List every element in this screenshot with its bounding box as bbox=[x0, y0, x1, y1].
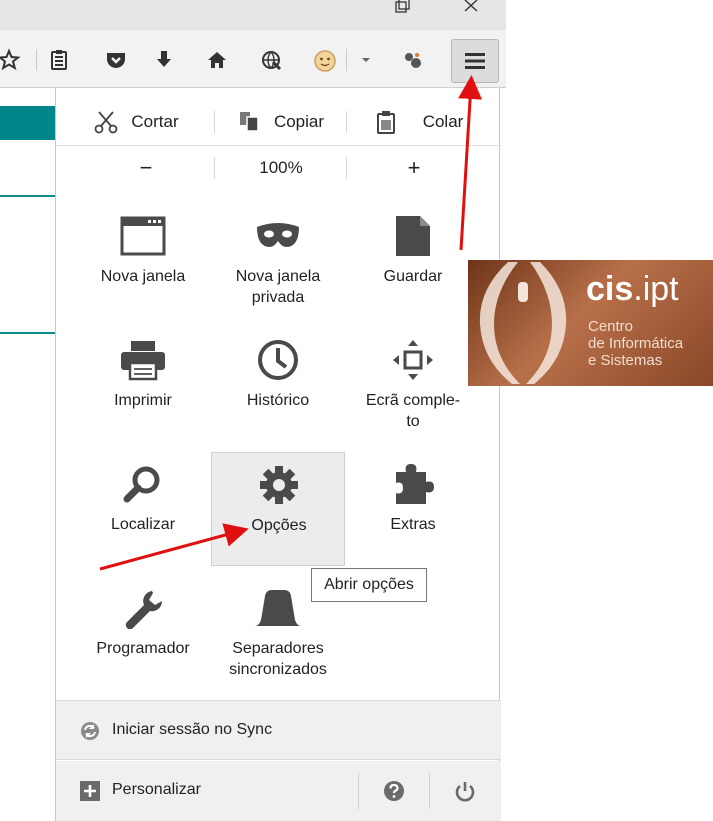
home-button[interactable] bbox=[200, 43, 234, 77]
navigation-toolbar bbox=[0, 30, 506, 88]
quit-button[interactable] bbox=[430, 761, 500, 821]
copy-icon bbox=[239, 112, 259, 132]
gear-icon bbox=[260, 466, 298, 504]
puzzle-icon bbox=[396, 464, 434, 504]
zoom-in-button[interactable]: + bbox=[349, 146, 479, 190]
printer-icon bbox=[121, 341, 165, 381]
sync-icon bbox=[81, 722, 99, 740]
paste-button[interactable]: Colar bbox=[349, 100, 489, 144]
logo-line-1: Centro bbox=[588, 318, 634, 335]
bookmark-star-button[interactable] bbox=[0, 43, 26, 77]
scissors-icon bbox=[94, 111, 118, 134]
save-page-label: Guardar bbox=[383, 268, 443, 285]
profile-dropdown-button[interactable] bbox=[349, 43, 383, 77]
extension-icon bbox=[405, 53, 421, 68]
page-divider bbox=[0, 195, 60, 197]
plus-square-icon bbox=[80, 781, 100, 801]
print-button[interactable]: Imprimir bbox=[76, 328, 210, 442]
logo-line-3: e Sistemas bbox=[588, 352, 663, 369]
search-icon bbox=[123, 466, 160, 503]
find-label: Localizar bbox=[110, 516, 176, 533]
home-icon bbox=[208, 52, 226, 68]
wrench-icon bbox=[125, 591, 163, 629]
new-window-label: Nova janela bbox=[100, 268, 186, 285]
title-bar bbox=[0, 0, 506, 30]
fullscreen-icon bbox=[393, 340, 433, 380]
history-button[interactable]: Histórico bbox=[211, 328, 345, 442]
menu-footer: Personalizar bbox=[56, 761, 501, 821]
window-icon bbox=[120, 216, 166, 256]
paste-label: Colar bbox=[422, 112, 464, 131]
menu-panel: Cortar Copiar Colar − 100% + Nova janela… bbox=[55, 88, 501, 821]
smiley-face-icon bbox=[314, 50, 336, 72]
developer-button[interactable]: Programador bbox=[76, 576, 210, 690]
history-label: Histórico bbox=[246, 392, 310, 409]
print-label: Imprimir bbox=[114, 392, 172, 409]
star-icon bbox=[0, 48, 21, 71]
restore-icon bbox=[395, 0, 410, 13]
fullscreen-label: Ecrã comple- to bbox=[365, 392, 461, 430]
hamburger-menu-icon bbox=[465, 53, 485, 69]
help-button[interactable] bbox=[359, 761, 429, 821]
page-icon bbox=[396, 216, 430, 256]
logo-brand: cis.ipt bbox=[586, 270, 679, 308]
cut-label: Cortar bbox=[131, 112, 179, 131]
sync-signin-label: Iniciar sessão no Sync bbox=[112, 721, 273, 738]
options-label: Opções bbox=[251, 517, 307, 534]
clock-icon bbox=[258, 340, 298, 380]
page-header-bar bbox=[0, 106, 60, 140]
addons-button[interactable]: Extras bbox=[346, 452, 480, 566]
developer-label: Programador bbox=[96, 640, 190, 657]
zoom-out-button[interactable]: − bbox=[76, 146, 216, 190]
power-icon bbox=[455, 782, 475, 802]
save-page-button[interactable]: Guardar bbox=[346, 204, 480, 318]
parentheses-logo-icon bbox=[479, 262, 567, 384]
zoom-reset-button[interactable]: 100% bbox=[216, 146, 346, 190]
close-window-button[interactable] bbox=[448, 0, 494, 30]
clipboard-icon bbox=[376, 111, 395, 134]
download-icon bbox=[157, 51, 171, 67]
synced-tabs-label: Separadores sincronizados bbox=[229, 640, 327, 678]
new-window-button[interactable]: Nova janela bbox=[76, 204, 210, 318]
options-tooltip: Abrir opções bbox=[311, 568, 427, 602]
copy-label: Copiar bbox=[273, 112, 325, 131]
zoom-controls-row: − 100% + bbox=[56, 146, 501, 190]
find-button[interactable]: Localizar bbox=[76, 452, 210, 566]
addons-label: Extras bbox=[390, 516, 436, 533]
clipboard-list-icon bbox=[51, 50, 67, 70]
profile-button[interactable] bbox=[308, 43, 342, 77]
extension-button[interactable] bbox=[396, 43, 430, 77]
customize-button[interactable]: Personalizar bbox=[56, 761, 358, 821]
new-private-window-button[interactable]: Nova janela privada bbox=[211, 204, 345, 318]
options-button[interactable]: Opções bbox=[211, 452, 345, 566]
web-developer-button[interactable] bbox=[254, 43, 288, 77]
close-icon bbox=[464, 0, 478, 12]
fullscreen-button[interactable]: Ecrã comple- to bbox=[346, 328, 480, 442]
open-menu-button[interactable] bbox=[451, 39, 499, 83]
cis-ipt-logo: cis.ipt Centro de Informática e Sistemas bbox=[468, 260, 713, 386]
help-icon bbox=[384, 781, 404, 801]
sync-signin-button[interactable]: Iniciar sessão no Sync bbox=[56, 700, 501, 760]
cut-button[interactable]: Cortar bbox=[76, 100, 196, 144]
new-private-window-label: Nova janela privada bbox=[235, 268, 321, 306]
page-divider bbox=[0, 332, 60, 334]
chevron-down-icon bbox=[362, 58, 370, 62]
copy-button[interactable]: Copiar bbox=[216, 100, 346, 144]
globe-wrench-icon bbox=[262, 51, 282, 71]
logo-line-2: de Informática bbox=[588, 335, 684, 352]
edit-controls-row: Cortar Copiar Colar bbox=[56, 100, 501, 144]
pocket-button[interactable] bbox=[99, 43, 133, 77]
customize-label: Personalizar bbox=[112, 781, 201, 798]
mask-icon bbox=[257, 223, 299, 247]
tabs-sync-icon bbox=[255, 590, 301, 626]
pocket-icon bbox=[107, 53, 125, 68]
restore-window-button[interactable] bbox=[378, 0, 424, 30]
reading-list-button[interactable] bbox=[42, 43, 76, 77]
downloads-button[interactable] bbox=[147, 43, 181, 77]
